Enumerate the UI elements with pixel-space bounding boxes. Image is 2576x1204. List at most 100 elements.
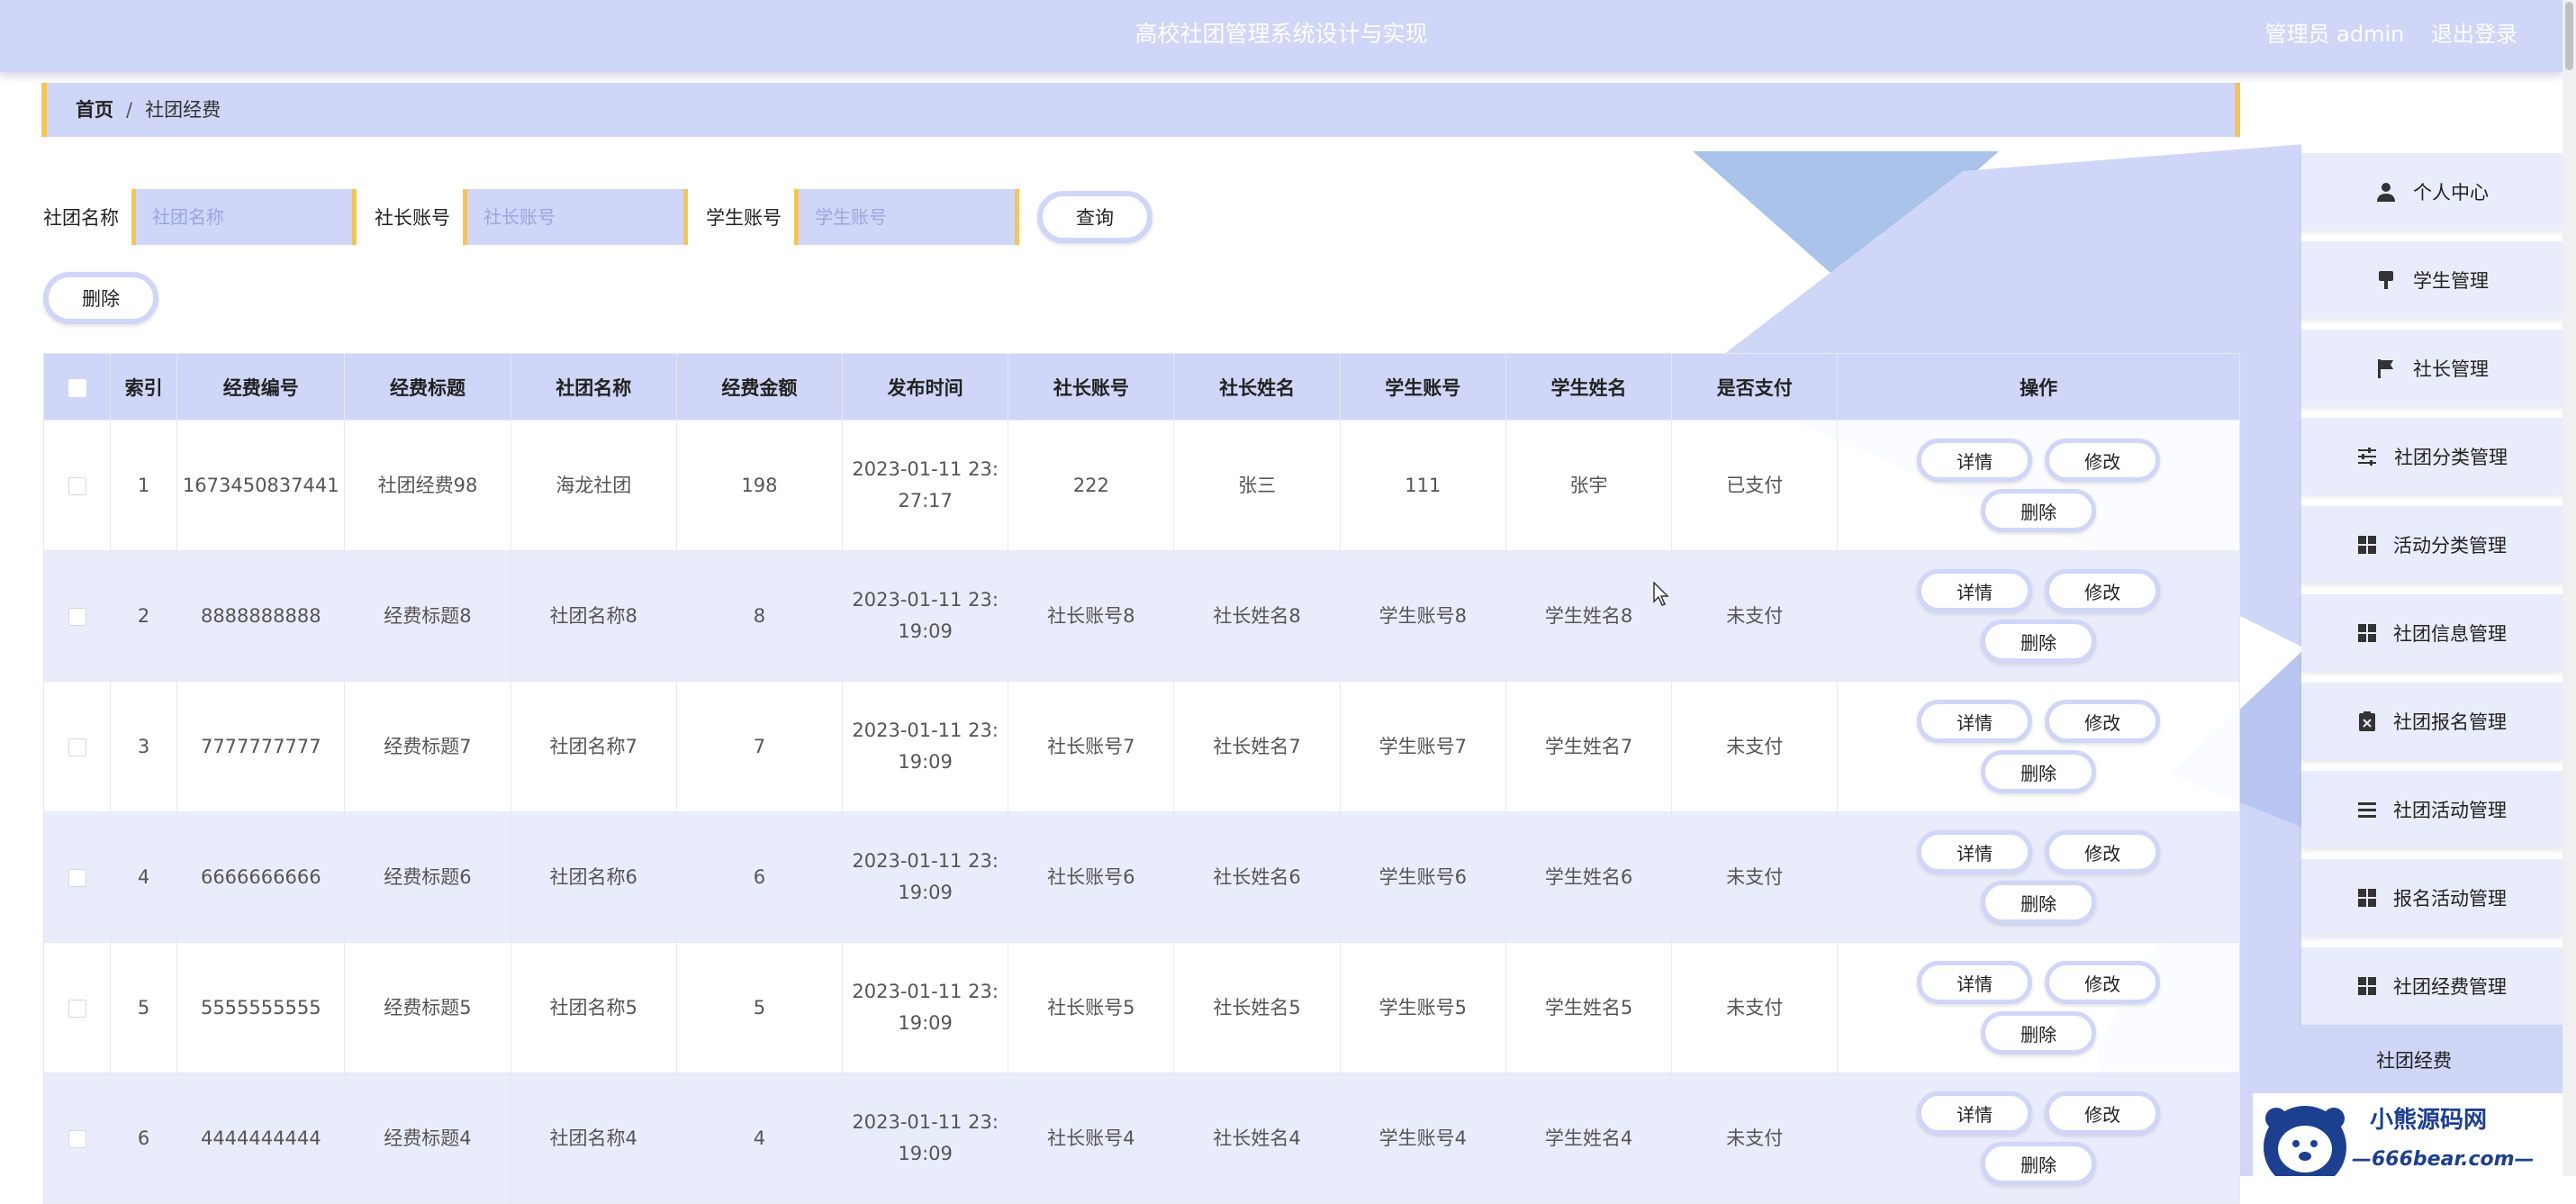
row-checkbox[interactable] xyxy=(68,868,86,887)
edit-button[interactable]: 修改 xyxy=(2045,569,2161,612)
search-bar: 社团名称 社长账号 学生账号 查询 xyxy=(43,189,1152,245)
table-row: 4 6666666666 经费标题6 社团名称6 6 2023-01-11 23:19:0… xyxy=(42,811,2240,943)
cell-amount: 198 xyxy=(675,420,844,551)
sidebar-item-club-category[interactable]: 社团分类管理 xyxy=(2301,418,2562,495)
delete-button[interactable]: 删除 xyxy=(1981,881,2097,924)
edit-button[interactable]: 修改 xyxy=(2045,439,2161,482)
row-actions: 详情 修改删除 xyxy=(1838,961,2239,1055)
row-select-cell[interactable] xyxy=(42,550,112,682)
cell-amount: 8 xyxy=(675,550,844,682)
watermark-brand: 小熊源码网 xyxy=(2370,1106,2487,1134)
detail-button[interactable]: 详情 xyxy=(1917,569,2033,612)
sidebar-subitem-club-fund[interactable]: 社团经费 xyxy=(2301,1025,2562,1095)
sidebar-subitem-label: 社团经费 xyxy=(2376,1050,2452,1072)
cell-fund-id: 1673450837441 xyxy=(176,420,346,551)
column-header: 社长姓名 xyxy=(1173,353,1341,421)
batch-delete-button[interactable]: 删除 xyxy=(43,272,158,324)
row-select-cell[interactable] xyxy=(42,811,112,943)
edit-button[interactable]: 修改 xyxy=(2045,1091,2161,1135)
cell-leader-name: 张三 xyxy=(1173,420,1341,551)
cell-leader-acc: 社长账号7 xyxy=(1008,681,1175,812)
user-area: 管理员 admin 退出登录 xyxy=(2246,16,2517,48)
leader-account-input[interactable] xyxy=(463,189,688,245)
sidebar-item-club-info[interactable]: 社团信息管理 xyxy=(2301,594,2562,672)
delete-button[interactable]: 删除 xyxy=(1981,1011,2097,1055)
row-select-cell[interactable] xyxy=(42,420,112,551)
table-row: 6 4444444444 经费标题4 社团名称4 4 2023-01-11 23:19:0… xyxy=(42,1073,2240,1204)
sidebar-item-label: 活动分类管理 xyxy=(2393,535,2507,557)
delete-button[interactable]: 删除 xyxy=(1981,750,2097,793)
edit-button[interactable]: 修改 xyxy=(2045,830,2161,874)
row-select-cell[interactable] xyxy=(42,681,112,812)
cell-time: 2023-01-11 23:27:17 xyxy=(842,420,1009,551)
cell-fund-title: 社团经费98 xyxy=(344,420,511,551)
detail-button[interactable]: 详情 xyxy=(1917,700,2033,743)
row-checkbox[interactable] xyxy=(68,738,86,756)
row-actions-top: 详情 修改 xyxy=(1917,439,2161,482)
column-header: 操作 xyxy=(1837,353,2240,421)
row-select-cell[interactable] xyxy=(42,942,112,1073)
breadcrumb-current: 社团经费 xyxy=(145,99,221,121)
row-checkbox[interactable] xyxy=(68,1129,86,1148)
cell-leader-name: 社长姓名4 xyxy=(1173,1073,1341,1204)
cell-paid: 已支付 xyxy=(1671,420,1839,551)
club-name-input[interactable] xyxy=(131,189,357,245)
sidebar-item-label: 社团信息管理 xyxy=(2393,623,2507,645)
mouse-cursor-icon xyxy=(1653,582,1669,606)
cell-student-name: 学生姓名6 xyxy=(1505,811,1673,943)
cell-student-acc: 学生账号5 xyxy=(1339,942,1506,1073)
clipboard-icon xyxy=(2359,711,2375,731)
cell-club: 社团名称4 xyxy=(510,1073,677,1204)
sidebar-item-label: 社长管理 xyxy=(2413,358,2489,380)
delete-button[interactable]: 删除 xyxy=(1981,489,2097,532)
column-header: 学生账号 xyxy=(1339,353,1506,421)
row-checkbox[interactable] xyxy=(68,607,86,626)
sidebar-item-label: 社团报名管理 xyxy=(2393,711,2507,733)
detail-button[interactable]: 详情 xyxy=(1917,439,2033,482)
row-checkbox[interactable] xyxy=(68,476,86,495)
cell-leader-name: 社长姓名7 xyxy=(1173,681,1341,812)
cell-index: 1 xyxy=(110,420,178,551)
cell-time: 2023-01-11 23:19:09 xyxy=(842,1073,1009,1204)
sidebar-item-personal-center[interactable]: 个人中心 xyxy=(2301,153,2562,231)
sidebar-item-club-activity[interactable]: 社团活动管理 xyxy=(2301,771,2562,848)
student-account-input[interactable] xyxy=(794,189,1019,245)
row-select-cell[interactable] xyxy=(42,1073,112,1204)
sidebar-item-student-management[interactable]: 学生管理 xyxy=(2301,241,2562,319)
detail-button[interactable]: 详情 xyxy=(1917,830,2033,874)
cell-club: 海龙社团 xyxy=(510,420,677,551)
sidebar-item-label: 社团分类管理 xyxy=(2394,447,2508,468)
logout-link[interactable]: 退出登录 xyxy=(2431,22,2517,47)
row-actions: 详情 修改删除 xyxy=(1838,569,2239,663)
cell-leader-acc: 社长账号5 xyxy=(1008,942,1175,1073)
column-header: 经费编号 xyxy=(176,353,346,421)
delete-button[interactable]: 删除 xyxy=(1981,620,2097,663)
scrollbar-thumb[interactable] xyxy=(2565,2,2573,70)
edit-button[interactable]: 修改 xyxy=(2045,961,2161,1004)
brush-icon xyxy=(2379,271,2393,289)
cell-student-name: 学生姓名8 xyxy=(1505,550,1673,682)
delete-button[interactable]: 删除 xyxy=(1981,1142,2097,1185)
select-all-checkbox[interactable] xyxy=(68,378,86,397)
cell-actions: 详情 修改删除 xyxy=(1837,811,2240,943)
query-button[interactable]: 查询 xyxy=(1037,191,1152,243)
row-actions: 详情 修改删除 xyxy=(1838,439,2239,532)
edit-button[interactable]: 修改 xyxy=(2045,700,2161,743)
row-checkbox[interactable] xyxy=(68,999,86,1018)
select-all-cell[interactable] xyxy=(42,353,112,421)
cell-fund-title: 经费标题5 xyxy=(344,942,511,1073)
app-title: 高校社团管理系统设计与实现 xyxy=(1134,21,1428,47)
detail-button[interactable]: 详情 xyxy=(1917,1091,2033,1135)
cell-student-name: 学生姓名4 xyxy=(1505,1073,1673,1204)
sidebar-item-activity-category[interactable]: 活动分类管理 xyxy=(2301,506,2562,584)
cell-time: 2023-01-11 23:19:09 xyxy=(842,811,1009,943)
sidebar-item-club-registration[interactable]: 社团报名管理 xyxy=(2301,683,2562,760)
sidebar-item-leader-management[interactable]: 社长管理 xyxy=(2301,330,2562,407)
sidebar-item-registration-activity[interactable]: 报名活动管理 xyxy=(2301,859,2562,937)
sidebar-item-club-fund[interactable]: 社团经费管理 xyxy=(2301,947,2562,1025)
breadcrumb-home[interactable]: 首页 xyxy=(76,99,113,121)
cell-leader-name: 社长姓名6 xyxy=(1173,811,1341,943)
detail-button[interactable]: 详情 xyxy=(1917,961,2033,1004)
cell-amount: 4 xyxy=(675,1073,844,1204)
vertical-scrollbar[interactable] xyxy=(2562,0,2576,1176)
